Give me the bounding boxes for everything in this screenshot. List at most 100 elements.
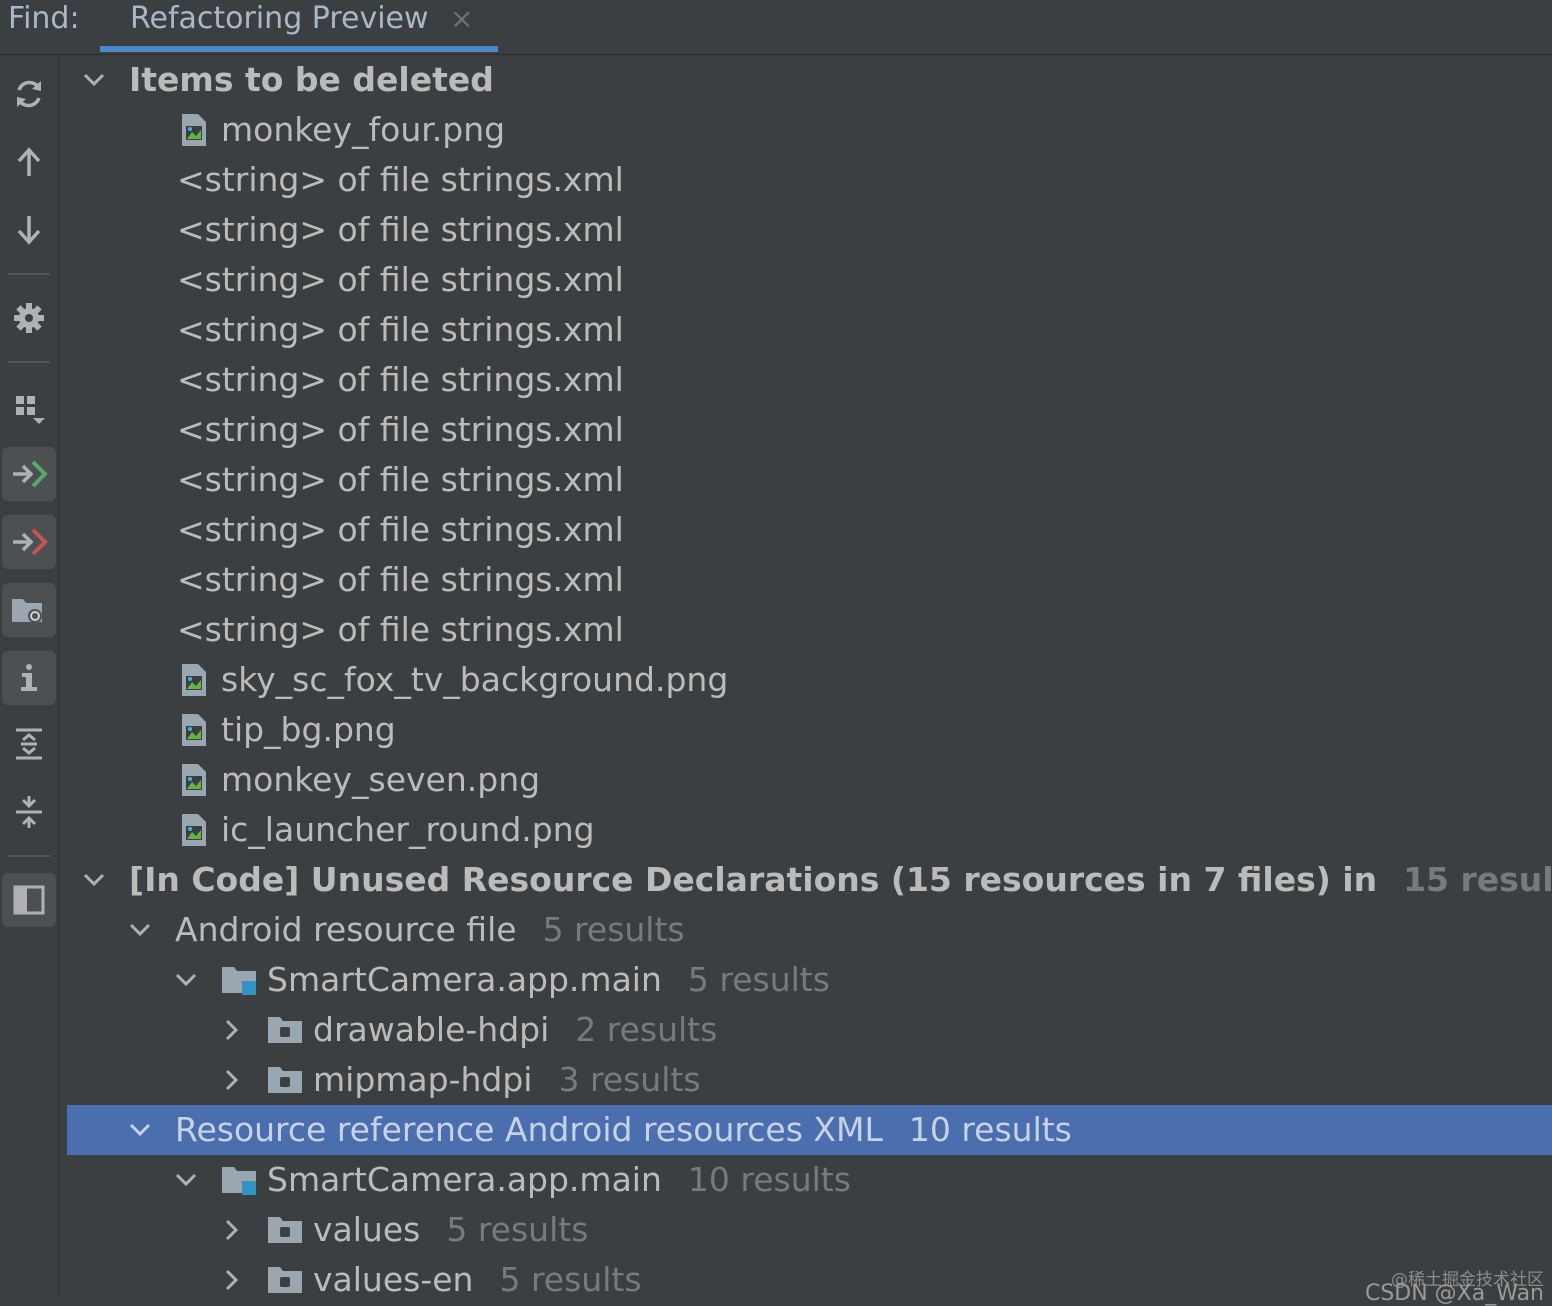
chevron-down-icon[interactable] (171, 1165, 201, 1195)
settings-button[interactable] (2, 291, 56, 345)
item-label: monkey_seven.png (221, 755, 540, 805)
image-file-icon (179, 113, 209, 147)
group-by-button[interactable] (2, 381, 56, 435)
tree-node-unused-resource-declarations[interactable]: [In Code] Unused Resource Declarations (… (67, 855, 1552, 905)
item-label: <string> of file strings.xml (177, 605, 624, 655)
result-count: 5 results (688, 960, 830, 999)
arrow-down-icon (11, 212, 47, 248)
group-by-icon (11, 390, 47, 426)
image-file-icon (179, 713, 209, 747)
toolbar-divider (8, 361, 50, 363)
list-item[interactable]: tip_bg.png (67, 705, 1552, 755)
expand-all-icon (11, 726, 47, 762)
item-label: <string> of file strings.xml (177, 255, 624, 305)
list-item[interactable]: <string> of file strings.xml (67, 155, 1552, 205)
chevron-down-icon[interactable] (79, 65, 109, 95)
list-item[interactable]: sky_sc_fox_tv_background.png (67, 655, 1552, 705)
list-item[interactable]: <string> of file strings.xml (67, 355, 1552, 405)
tab-refactoring-preview[interactable]: Refactoring Preview × (100, 0, 498, 52)
tree-node-module[interactable]: SmartCamera.app.main 10 results (67, 1155, 1552, 1205)
item-label: <string> of file strings.xml (177, 405, 624, 455)
tree-node-values-en[interactable]: values-en 5 results (67, 1255, 1552, 1305)
toolbar-divider (8, 855, 50, 857)
list-item[interactable]: <string> of file strings.xml (67, 605, 1552, 655)
item-label: <string> of file strings.xml (177, 155, 624, 205)
item-label: sky_sc_fox_tv_background.png (221, 655, 728, 705)
folder-icon (266, 1213, 306, 1247)
module-folder-icon (220, 1163, 260, 1197)
item-label: tip_bg.png (221, 705, 396, 755)
list-item[interactable]: monkey_seven.png (67, 755, 1552, 805)
tree-node-mipmap-hdpi[interactable]: mipmap-hdpi3 results (67, 1055, 1552, 1105)
item-label: <string> of file strings.xml (177, 355, 624, 405)
tree-node-resource-reference[interactable]: Resource reference Android resources XML… (67, 1105, 1552, 1155)
chevron-right-icon[interactable] (217, 1265, 247, 1295)
chevron-down-icon[interactable] (171, 965, 201, 995)
item-label: <string> of file strings.xml (177, 305, 624, 355)
folder-icon (266, 1063, 306, 1097)
chevron-down-icon[interactable] (125, 1115, 155, 1145)
collapse-all-icon (11, 794, 47, 830)
find-label: Find: (8, 0, 80, 40)
info-icon (11, 660, 47, 696)
tree-node-items-to-be-deleted[interactable]: Items to be deleted (67, 55, 1552, 105)
rerun-icon (11, 76, 47, 112)
item-label: <string> of file strings.xml (177, 205, 624, 255)
node-label: Resource reference Android resources XML (175, 1110, 883, 1149)
preview-panel-icon (11, 882, 47, 918)
result-count: 5 results (499, 1260, 641, 1299)
chevron-right-icon[interactable] (217, 1215, 247, 1245)
tab-label: Refactoring Preview (130, 0, 429, 38)
do-refactor-button[interactable] (2, 447, 56, 501)
group-label: Items to be deleted (129, 55, 494, 105)
previous-occurrence-button[interactable] (2, 135, 56, 189)
next-occurrence-button[interactable] (2, 203, 56, 257)
left-toolbar (0, 55, 59, 1296)
exclude-button[interactable] (2, 515, 56, 569)
image-file-icon (179, 813, 209, 847)
rerun-button[interactable] (2, 67, 56, 121)
node-label: SmartCamera.app.main (267, 960, 662, 999)
chevron-right-icon[interactable] (217, 1015, 247, 1045)
item-label: <string> of file strings.xml (177, 505, 624, 555)
list-item[interactable]: <string> of file strings.xml (67, 455, 1552, 505)
watermark: CSDN @Xa_Wan (1365, 1281, 1544, 1306)
list-item[interactable]: <string> of file strings.xml (67, 305, 1552, 355)
tree-node-values[interactable]: values5 results (67, 1205, 1552, 1255)
node-label: Android resource file (175, 910, 517, 949)
folder-settings-icon (9, 592, 49, 628)
gear-icon (11, 300, 47, 336)
chevron-down-icon[interactable] (125, 915, 155, 945)
close-icon[interactable]: × (450, 2, 473, 36)
list-item[interactable]: <string> of file strings.xml (67, 505, 1552, 555)
list-item[interactable]: <string> of file strings.xml (67, 255, 1552, 305)
image-file-icon (179, 663, 209, 697)
module-folder-icon (220, 963, 260, 997)
toolbar-divider (8, 273, 50, 275)
chevron-down-icon[interactable] (79, 865, 109, 895)
folder-settings-button[interactable] (2, 583, 56, 637)
image-file-icon (179, 763, 209, 797)
collapse-all-button[interactable] (2, 785, 56, 839)
find-tool-window-header: Find: Refactoring Preview × (0, 0, 1552, 55)
result-count: 10 results (688, 1160, 851, 1199)
preview-panel-button[interactable] (2, 873, 56, 927)
list-item[interactable]: ic_launcher_round.png (67, 805, 1552, 855)
list-item[interactable]: monkey_four.png (67, 105, 1552, 155)
active-tab-indicator (100, 46, 498, 52)
tree-node-android-resource-file[interactable]: Android resource file5 results (67, 905, 1552, 955)
info-button[interactable] (2, 651, 56, 705)
node-label: SmartCamera.app.main (267, 1160, 662, 1199)
list-item[interactable]: <string> of file strings.xml (67, 205, 1552, 255)
exclude-icon (9, 524, 49, 560)
result-count: 2 results (575, 1010, 717, 1049)
chevron-right-icon[interactable] (217, 1065, 247, 1095)
tree-node-module[interactable]: SmartCamera.app.main 5 results (67, 955, 1552, 1005)
tree-node-drawable-hdpi[interactable]: drawable-hdpi2 results (67, 1005, 1552, 1055)
node-label: values-en (313, 1260, 473, 1299)
arrow-up-icon (11, 144, 47, 180)
item-label: <string> of file strings.xml (177, 555, 624, 605)
expand-all-button[interactable] (2, 717, 56, 771)
list-item[interactable]: <string> of file strings.xml (67, 555, 1552, 605)
list-item[interactable]: <string> of file strings.xml (67, 405, 1552, 455)
